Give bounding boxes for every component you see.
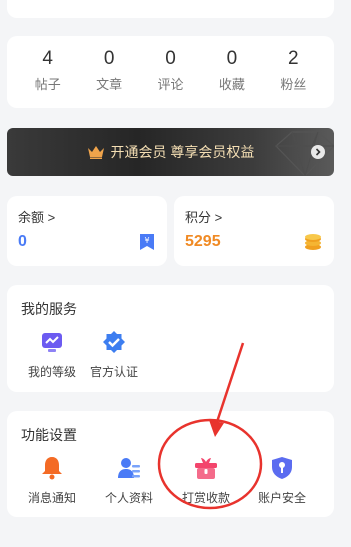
stat-fans[interactable]: 2 粉丝 [263,36,324,108]
stat-fans-count: 2 [288,48,299,69]
balance-card[interactable]: 余额 > 0 ¥ [7,196,167,266]
stat-articles-count: 0 [103,48,115,69]
setting-account-security[interactable]: 账户安全 [251,456,313,506]
stat-favorites-label: 收藏 [218,77,245,92]
setting-tip-payment-label: 打赏收款 [181,491,230,505]
settings-title: 功能设置 [21,427,77,443]
stat-articles[interactable]: 0 文章 [78,36,139,108]
top-card [7,0,334,18]
balance-title: 余额 > [18,210,56,225]
setting-notifications[interactable]: 消息通知 [21,456,83,506]
stat-comments[interactable]: 0 评论 [140,36,201,108]
stat-articles-label: 文章 [96,77,123,92]
service-official-verify-label: 官方认证 [89,365,138,379]
stat-favorites-count: 0 [226,48,238,69]
stat-posts-count: 4 [42,48,53,69]
verified-badge-icon [103,331,125,353]
stat-posts-label: 帖子 [34,77,61,92]
coin-stack-icon [305,234,321,250]
vip-banner-text: 开通会员 尊享会员权益 [110,144,255,160]
stat-comments-label: 评论 [157,77,184,92]
stat-fans-label: 粉丝 [280,77,307,92]
stats-card: 4 帖子 0 文章 0 评论 0 收藏 2 粉丝 [7,36,334,108]
stat-comments-count: 0 [165,48,176,69]
diamond-decoration-icon [275,131,334,176]
balance-value: 0 [18,233,27,250]
service-official-verify[interactable]: 官方认证 [83,330,145,380]
setting-notifications-label: 消息通知 [27,491,76,505]
stat-favorites[interactable]: 0 收藏 [201,36,262,108]
points-title: 积分 > [185,210,223,225]
setting-tip-payment[interactable]: 打赏收款 [175,456,237,506]
profile-card-icon [118,458,140,478]
service-my-level-label: 我的等级 [27,365,76,379]
bell-icon [42,457,62,480]
settings-card: 功能设置 消息通知 个人资料 打赏收款 账户安全 [7,411,334,517]
svg-text:¥: ¥ [144,236,149,245]
services-card: 我的服务 我的等级 官方认证 [7,285,334,392]
services-title: 我的服务 [21,301,77,317]
stat-posts[interactable]: 4 帖子 [17,36,78,108]
vip-banner[interactable]: 开通会员 尊享会员权益 [7,128,334,176]
shield-key-icon [272,457,292,479]
service-my-level[interactable]: 我的等级 [21,330,83,380]
setting-account-security-label: 账户安全 [257,491,306,505]
points-value: 5295 [185,233,221,250]
gift-icon [195,458,217,479]
points-card[interactable]: 积分 > 5295 [174,196,334,266]
crown-icon [87,146,104,159]
level-chart-icon [42,333,62,352]
setting-profile-label: 个人资料 [104,491,153,505]
chevron-right-icon[interactable] [311,145,325,159]
setting-profile[interactable]: 个人资料 [98,456,160,506]
yuan-tag-icon: ¥ [140,234,154,250]
